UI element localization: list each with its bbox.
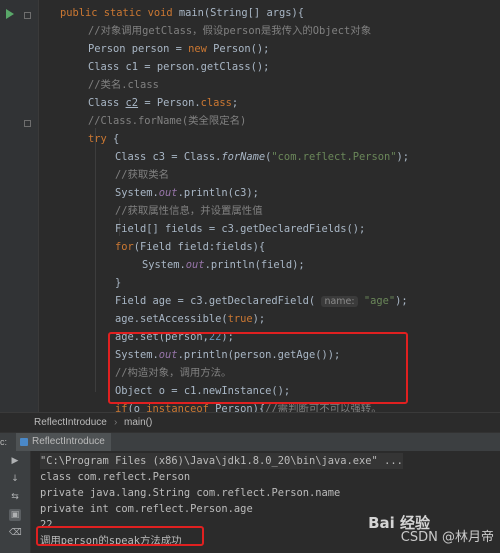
console-line: private java.lang.String com.reflect.Per… [40, 487, 341, 499]
run-side-label: c: [0, 437, 8, 447]
code-token: //Class.forName(类全限定名) [88, 115, 247, 127]
code-line[interactable]: //获取属性信息，并设置属性值 [115, 202, 263, 220]
code-token: //类名.class [88, 79, 159, 91]
code-line[interactable]: Class c2 = Person.class; [88, 94, 238, 112]
rerun-icon[interactable]: ▶ [9, 455, 21, 467]
code-line[interactable]: for(Field field:fields){ [115, 238, 265, 256]
code-token: = Person. [138, 97, 201, 109]
code-token: Person(); [213, 43, 270, 55]
clear-icon[interactable]: ⌫ [9, 527, 22, 539]
code-line[interactable]: Field[] fields = c3.getDeclaredFields(); [115, 220, 365, 238]
watermark-text: CSDN @林月帝 [400, 530, 494, 545]
code-token: forName [221, 151, 266, 163]
breadcrumb-class[interactable]: ReflectIntroduce [34, 413, 107, 433]
code-token: ); [395, 295, 408, 307]
code-line[interactable]: Class c3 = Class.forName("com.reflect.Pe… [115, 148, 409, 166]
code-token: "age" [357, 295, 396, 307]
code-token: Field age = c3.getDeclaredField( [115, 295, 322, 307]
param-hint: name: [321, 296, 358, 307]
code-token: Class c3 = Class. [115, 151, 222, 163]
code-token: true [227, 313, 253, 325]
code-token: Field[] fields = c3.getDeclaredFields(); [115, 223, 366, 235]
code-token: Person person = [88, 43, 189, 55]
console-command-line: "C:\Program Files (x86)\Java\jdk1.8.0_20… [40, 453, 403, 469]
code-token: out [158, 187, 178, 199]
code-token: //获取属性信息，并设置属性值 [115, 205, 263, 217]
code-token: "com.reflect.Person" [271, 151, 397, 163]
code-token: Class [88, 97, 126, 109]
code-line[interactable]: //获取类名 [115, 166, 169, 184]
fold-marker-icon[interactable] [24, 12, 31, 19]
breadcrumb: ReflectIntroduce › main() [0, 412, 500, 433]
code-token: //获取类名 [115, 169, 170, 181]
code-token: ); [252, 313, 266, 325]
code-line[interactable]: //对象调用getClass，假设person是我传入的Object对象 [88, 22, 371, 40]
code-token: (Field field:fields){ [133, 241, 266, 253]
code-token: age.setAccessible( [115, 313, 228, 325]
run-tab-label: ReflectIntroduce [32, 436, 105, 447]
code-token: System. [142, 259, 186, 271]
code-line[interactable]: age.setAccessible(true); [115, 310, 265, 328]
run-config-icon [20, 438, 28, 446]
highlight-box-output [36, 526, 204, 546]
code-line[interactable]: System.out.println(field); [142, 256, 305, 274]
code-token: Class c1 = person.getClass(); [88, 61, 270, 73]
print-icon[interactable]: ▣ [9, 509, 21, 521]
run-tab[interactable]: ReflectIntroduce [16, 433, 111, 451]
code-token: class [200, 97, 232, 109]
code-token: .println(field); [204, 259, 305, 271]
code-token: main(String[] args){ [178, 7, 304, 19]
code-line[interactable]: //Class.forName(类全限定名) [88, 112, 246, 130]
code-token: System. [115, 187, 159, 199]
run-gutter-icon[interactable] [6, 9, 14, 19]
code-line[interactable]: try { [88, 130, 119, 148]
indent-guide [95, 128, 96, 392]
code-line[interactable]: //类名.class [88, 76, 159, 94]
code-token: ); [396, 151, 410, 163]
code-line[interactable]: } [115, 274, 121, 292]
code-token: c2 [125, 97, 139, 109]
console-line: class com.reflect.Person [40, 471, 191, 483]
code-line[interactable]: Person person = new Person(); [88, 40, 269, 58]
run-toolbar: c: ReflectIntroduce [0, 432, 500, 451]
console-line: private int com.reflect.Person.age [40, 503, 253, 515]
highlight-box-code [108, 332, 408, 404]
console-toolbar: ▶ ↓ ⇆ ▣ ⌫ [0, 451, 31, 553]
code-token: try [88, 133, 114, 145]
code-token: } [115, 277, 122, 289]
code-token: for [115, 241, 134, 253]
pin-icon[interactable]: ⇆ [9, 491, 21, 503]
code-token: .println(c3); [177, 187, 259, 199]
code-token: out [185, 259, 205, 271]
code-line[interactable]: Field age = c3.getDeclaredField( name: "… [115, 292, 408, 310]
breadcrumb-method[interactable]: main() [124, 413, 152, 433]
code-token: { [113, 133, 120, 145]
scroll-down-icon[interactable]: ↓ [9, 473, 21, 485]
code-token: public static void [60, 7, 179, 19]
code-token: ; [231, 97, 239, 109]
code-editor[interactable]: public static void main(String[] args){ /… [0, 0, 500, 451]
code-line[interactable]: Class c1 = person.getClass(); [88, 58, 269, 76]
editor-gutter [0, 0, 39, 412]
fold-marker-icon[interactable] [24, 120, 31, 127]
code-token: new [188, 43, 214, 55]
code-line[interactable]: System.out.println(c3); [115, 184, 259, 202]
breadcrumb-separator: › [114, 417, 118, 428]
code-token: //对象调用getClass，假设person是我传入的Object对象 [88, 25, 372, 37]
code-line[interactable]: public static void main(String[] args){ [60, 4, 304, 22]
